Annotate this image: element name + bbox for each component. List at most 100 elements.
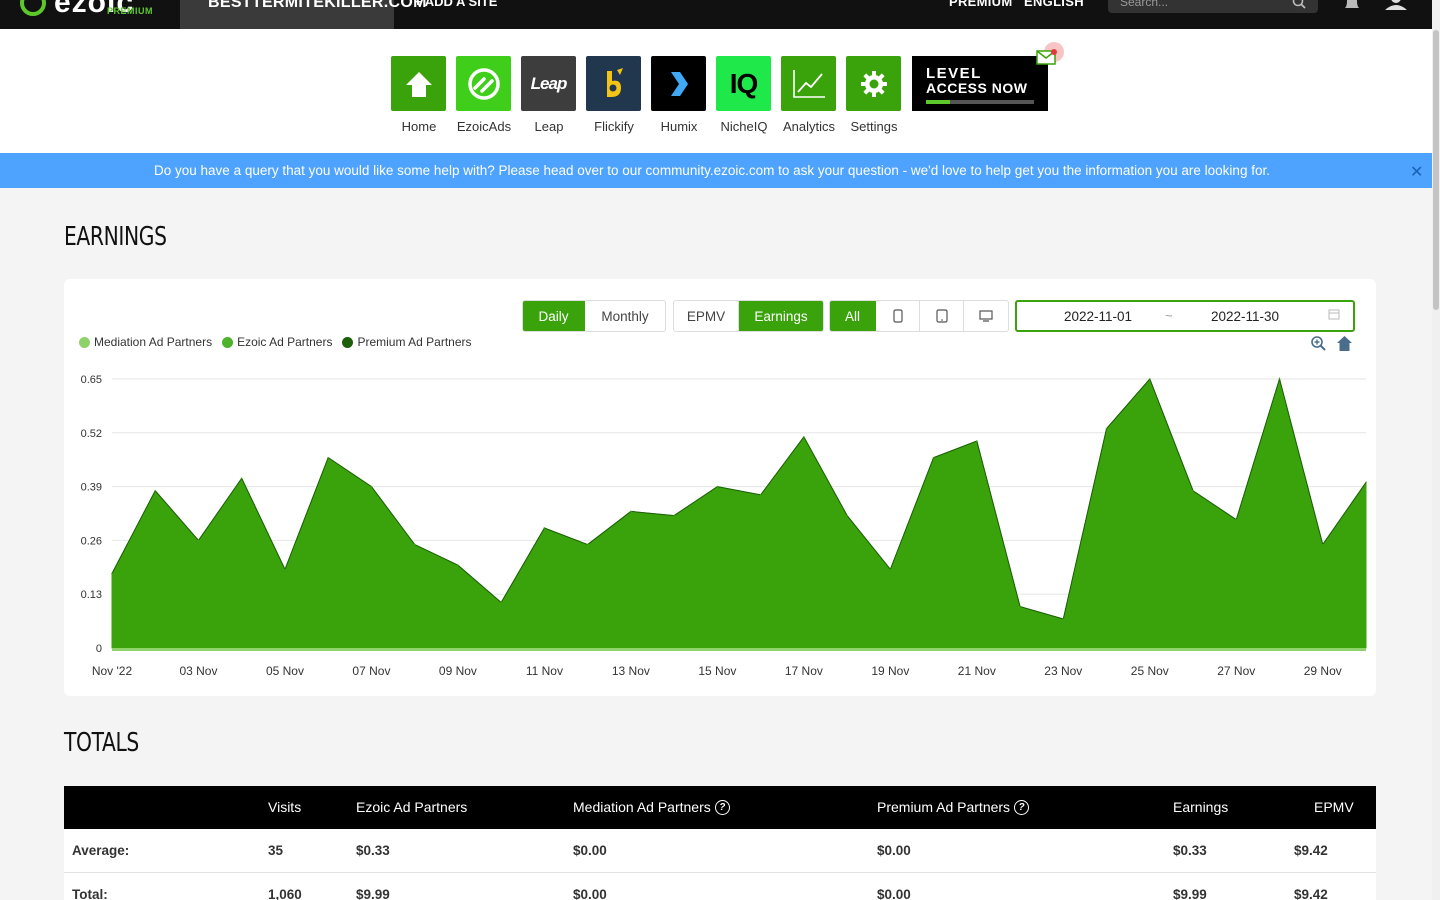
row-label: Total:	[72, 887, 108, 900]
date-range-picker[interactable]: 2022-11-01 ~ 2022-11-30	[1015, 300, 1355, 332]
x-tick-label: 09 Nov	[439, 664, 477, 678]
legend-item-mediation[interactable]: Mediation Ad Partners	[79, 335, 212, 349]
tablet-button[interactable]	[920, 301, 964, 331]
search-input[interactable]: Search...	[1108, 0, 1318, 13]
data-point	[889, 568, 892, 571]
x-tick-label: 23 Nov	[1044, 664, 1082, 678]
reset-zoom-home-icon[interactable]	[1336, 335, 1353, 352]
date-to[interactable]: 2022-11-30	[1211, 309, 1279, 324]
x-tick-label: 03 Nov	[179, 664, 217, 678]
totals-table: Visits Ezoic Ad Partners Mediation Ad Pa…	[64, 786, 1376, 900]
logo-premium-label: PREMIUM	[107, 6, 153, 16]
app-nicheiq[interactable]: IQ NicheIQ	[716, 56, 772, 134]
earnings-button[interactable]: Earnings	[739, 301, 823, 331]
col-visits[interactable]: Visits	[268, 799, 301, 815]
site-name: BESTTERMITEKILLER.COM	[208, 0, 427, 11]
ezoic-logo[interactable]: ezoic PREMIUM	[14, 0, 164, 26]
cell-earnings: $0.33	[1173, 843, 1207, 858]
data-point	[240, 477, 243, 480]
app-humix[interactable]: Humix	[651, 56, 707, 134]
scrollbar-thumb[interactable]	[1433, 30, 1439, 310]
epmv-button[interactable]: EPMV	[674, 301, 739, 331]
search-placeholder: Search...	[1120, 0, 1169, 9]
mobile-icon	[892, 309, 903, 323]
earnings-chart-card: 0 0.13 0.26 0.39 0.52 0.65 Nov '22 03 Nov 05 Nov…	[64, 279, 1376, 696]
close-icon[interactable]: ✕	[1410, 162, 1423, 182]
zoom-icon[interactable]	[1310, 335, 1327, 352]
x-tick-label: 11 Nov	[526, 664, 563, 678]
y-tick-label: 0.65	[81, 374, 102, 386]
site-selector[interactable]: BESTTERMITEKILLER.COM	[180, 0, 426, 29]
data-point	[716, 485, 719, 488]
help-icon[interactable]: ?	[714, 799, 730, 815]
x-tick-label: 27 Nov	[1217, 664, 1255, 678]
data-point	[1192, 489, 1194, 492]
table-header: Visits Ezoic Ad Partners Mediation Ad Pa…	[64, 786, 1376, 829]
daily-button[interactable]: Daily	[523, 301, 585, 331]
app-launcher-bar: Home EzoicAds Leap Leap Flickify Humix I…	[0, 29, 1432, 153]
row-label: Average:	[72, 843, 130, 858]
cell-ezoic: $9.99	[356, 887, 390, 900]
data-point	[932, 456, 935, 459]
col-label: Premium Ad Partners	[877, 799, 1011, 815]
app-leap[interactable]: Leap Leap	[521, 56, 577, 134]
premium-link[interactable]: PREMIUM	[949, 0, 1013, 9]
tablet-icon	[935, 309, 948, 323]
all-devices-button[interactable]: All	[830, 301, 876, 331]
data-point	[1321, 543, 1324, 546]
legend-label: Premium Ad Partners	[357, 335, 472, 349]
legend-dot	[342, 336, 354, 348]
col-label: Ezoic Ad Partners	[356, 799, 468, 815]
mail-notification-icon[interactable]	[1036, 41, 1066, 67]
legend-item-premium[interactable]: Premium Ad Partners	[342, 335, 472, 349]
language-selector[interactable]: ENGLISH	[1024, 0, 1084, 9]
level-access-promo[interactable]: LEVEL ACCESS NOW	[912, 56, 1048, 111]
metric-toggle: EPMV Earnings	[673, 300, 824, 332]
data-point	[457, 564, 459, 567]
app-analytics[interactable]: Analytics	[781, 56, 837, 134]
notification-bell-icon[interactable]	[1342, 0, 1362, 12]
x-tick-label: 19 Nov	[871, 664, 909, 678]
app-settings[interactable]: Settings	[846, 56, 902, 134]
data-point	[1105, 427, 1108, 430]
col-ezoic-ad-partners[interactable]: Ezoic Ad Partners	[356, 799, 467, 815]
page-scrollbar[interactable]	[1432, 0, 1440, 900]
data-point	[327, 456, 330, 459]
legend-label: Mediation Ad Partners	[94, 335, 213, 349]
add-site-link[interactable]: + ADD A SITE	[414, 0, 497, 9]
info-banner: Do you have a query that you would like …	[0, 153, 1432, 188]
user-icon[interactable]	[1384, 0, 1408, 10]
legend-item-ezoic[interactable]: Ezoic Ad Partners	[222, 335, 332, 349]
x-tick-label: 15 Nov	[698, 664, 736, 678]
data-point	[543, 527, 546, 529]
y-tick-label: 0.39	[81, 482, 102, 494]
data-point	[500, 601, 502, 604]
app-home[interactable]: Home	[391, 56, 447, 134]
device-toggle: All	[829, 300, 1009, 332]
mobile-button[interactable]	[876, 301, 920, 331]
calendar-icon[interactable]	[1328, 308, 1340, 320]
col-epmv[interactable]: EPMV	[1314, 799, 1354, 815]
x-tick-label: 29 Nov	[1304, 664, 1342, 678]
data-point	[1019, 605, 1021, 608]
monthly-button[interactable]: Monthly	[585, 301, 665, 331]
desktop-button[interactable]	[964, 301, 1008, 331]
data-point	[1148, 378, 1151, 380]
app-flickify[interactable]: Flickify	[586, 56, 642, 134]
app-ezoicads[interactable]: EzoicAds	[456, 56, 512, 134]
promo-progress-bar	[926, 100, 1034, 104]
x-tick-label: Nov '22	[92, 664, 133, 678]
help-icon[interactable]: ?	[1014, 799, 1030, 815]
col-label: EPMV	[1314, 799, 1354, 815]
x-tick-label: 25 Nov	[1131, 664, 1169, 678]
col-earnings[interactable]: Earnings	[1173, 799, 1228, 815]
totals-heading: TOTALS	[64, 728, 139, 758]
col-premium-ad-partners[interactable]: Premium Ad Partners?	[877, 799, 1030, 815]
col-mediation-ad-partners[interactable]: Mediation Ad Partners?	[573, 799, 730, 815]
cell-visits: 35	[268, 843, 284, 858]
date-from[interactable]: 2022-11-01	[1064, 309, 1132, 324]
col-label: Mediation Ad Partners	[573, 799, 711, 815]
data-point	[976, 440, 978, 442]
data-point	[1278, 378, 1281, 380]
leap-icon-text: Leap	[530, 73, 568, 93]
